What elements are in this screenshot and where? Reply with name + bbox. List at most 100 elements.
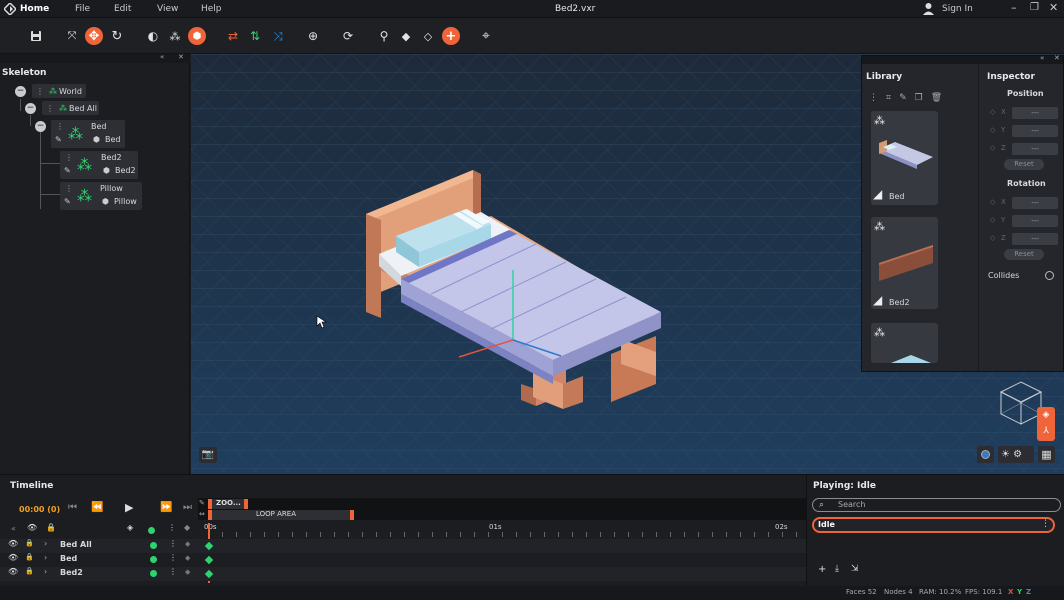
- edit-icon[interactable]: ✎: [64, 166, 71, 175]
- tree-node-bed2[interactable]: ⋮ ✎ ⁂ Bed2 ⬢ Bed2: [60, 151, 138, 179]
- track-keyframe-icon[interactable]: ◆: [185, 568, 190, 576]
- keyframe-nav-icon[interactable]: ◈: [127, 523, 133, 532]
- expand-track-icon[interactable]: ›: [44, 567, 47, 576]
- visibility-icon[interactable]: 👁: [8, 567, 18, 576]
- collapse-panel-icon[interactable]: «: [1040, 54, 1044, 62]
- loop-range[interactable]: LOOP AREA: [208, 510, 354, 520]
- skip-start-icon[interactable]: ⏮: [68, 502, 77, 513]
- crosshair-icon[interactable]: ⌖: [476, 26, 496, 46]
- camera-snapshot-icon[interactable]: 📷: [199, 447, 217, 463]
- track-row[interactable]: 👁 🔒 › Bed All ⋮ ◆: [0, 539, 806, 553]
- copy-icon[interactable]: ❐: [915, 93, 931, 103]
- track-menu-icon[interactable]: ⋮: [169, 567, 177, 576]
- library-item-bed[interactable]: ⁂ ◢ Bed: [871, 111, 938, 205]
- track-active-dot[interactable]: [150, 542, 157, 549]
- lock-icon[interactable]: 🔒: [25, 539, 34, 547]
- track-keyframe-icon[interactable]: ◆: [185, 540, 190, 548]
- position-x-field[interactable]: ---: [1012, 107, 1058, 119]
- swap-vertical-icon[interactable]: ⇅: [245, 26, 265, 46]
- lock-icon[interactable]: 🔒: [25, 553, 34, 561]
- node-menu-icon[interactable]: ⋮: [65, 184, 73, 193]
- swap-diagonal-icon[interactable]: ⤨: [268, 26, 288, 46]
- trash-icon[interactable]: 🗑: [931, 93, 950, 103]
- refresh-icon[interactable]: ⟳: [338, 26, 358, 46]
- axis-z-toggle[interactable]: Z: [1026, 588, 1031, 596]
- edit-icon[interactable]: ✎: [55, 135, 62, 144]
- animation-search-field[interactable]: ⌕ Search: [812, 498, 1061, 512]
- expand-track-icon[interactable]: ›: [44, 553, 47, 562]
- play-icon[interactable]: ▶: [125, 501, 133, 514]
- axis-x-toggle[interactable]: X: [1008, 588, 1013, 596]
- close-window-button[interactable]: ✕: [1049, 1, 1058, 14]
- track-row[interactable]: 👁 🔒 › Bed2 ⋮ ◆: [0, 567, 806, 581]
- step-back-icon[interactable]: ⏪: [91, 502, 103, 513]
- add-animation-icon[interactable]: +: [818, 564, 826, 575]
- tree-node-bed[interactable]: ⋮ ✎ ⁂ Bed ⬢ Bed: [51, 120, 125, 148]
- tree-node-world[interactable]: ⋮ ⁂ World: [32, 84, 86, 98]
- swap-horizontal-icon[interactable]: ⇄: [223, 26, 243, 46]
- shading-mode-icon[interactable]: [977, 446, 994, 463]
- scale-tool-icon[interactable]: ⤧: [62, 26, 82, 46]
- collapse-tracks-icon[interactable]: «: [11, 524, 16, 533]
- node-menu-icon[interactable]: ⋮: [56, 122, 64, 131]
- rotate-tool-icon[interactable]: ↻: [107, 26, 127, 46]
- track-active-dot[interactable]: [150, 556, 157, 563]
- menu-view[interactable]: View: [157, 4, 178, 14]
- menu-file[interactable]: File: [75, 4, 90, 14]
- grid-toggle-icon[interactable]: ▦: [1038, 446, 1055, 463]
- track-menu-icon[interactable]: ⋮: [169, 553, 177, 562]
- zoom-end-handle[interactable]: [244, 499, 248, 509]
- step-forward-icon[interactable]: ⏩: [160, 502, 172, 513]
- position-y-field[interactable]: ---: [1012, 125, 1058, 137]
- zoom-start-handle[interactable]: [208, 499, 212, 509]
- rotation-z-field[interactable]: ---: [1012, 233, 1058, 245]
- add-icon[interactable]: +: [442, 27, 460, 45]
- reset-position-button[interactable]: Reset: [1004, 159, 1044, 170]
- visibility-icon[interactable]: 👁: [8, 539, 18, 548]
- keyframe[interactable]: [204, 555, 214, 565]
- hierarchy-icon[interactable]: ⁂: [165, 26, 185, 46]
- orbit-mode-icon[interactable]: ◈ ⅄: [1037, 407, 1055, 441]
- close-panel-icon[interactable]: ✕: [178, 53, 184, 61]
- node-menu-icon[interactable]: ⋮: [65, 153, 73, 162]
- rotation-y-field[interactable]: ---: [1012, 215, 1058, 227]
- expand-track-icon[interactable]: ›: [44, 539, 47, 548]
- add-keyframe-icon[interactable]: ◆: [184, 523, 190, 532]
- menu-help[interactable]: Help: [201, 4, 222, 14]
- zoom-edit-icon[interactable]: ✎: [199, 499, 205, 507]
- crop-icon[interactable]: ⌗: [886, 93, 899, 103]
- tree-node-bed-all[interactable]: ⋮ ⁂ Bed All: [42, 101, 99, 115]
- header-menu-icon[interactable]: ⋮: [168, 523, 176, 532]
- loop-icon[interactable]: ⇔: [199, 510, 205, 518]
- minimize-button[interactable]: –: [1011, 1, 1017, 14]
- visibility-icon[interactable]: 👁: [8, 553, 18, 562]
- solid-cube-icon[interactable]: ◆: [396, 26, 416, 46]
- skip-end-icon[interactable]: ⏭: [183, 502, 192, 513]
- track-active-dot[interactable]: [150, 570, 157, 577]
- edit-icon[interactable]: ✎: [899, 93, 915, 103]
- zoom-range[interactable]: ZOO...: [208, 499, 248, 509]
- animation-item-idle[interactable]: Idle ⋮: [812, 517, 1055, 533]
- close-panel-icon[interactable]: ✕: [1054, 54, 1060, 62]
- track-keyframe-icon[interactable]: ◆: [185, 554, 190, 562]
- edit-icon[interactable]: ✎: [64, 197, 71, 206]
- wire-cube-icon[interactable]: ◇: [418, 26, 438, 46]
- lighting-settings-icon[interactable]: ☀ ⚙: [998, 446, 1034, 463]
- axis-y-toggle[interactable]: Y: [1017, 588, 1022, 596]
- add-item-icon[interactable]: ◢: [873, 293, 882, 307]
- keyframe[interactable]: [204, 569, 214, 579]
- collides-toggle[interactable]: [1045, 271, 1054, 280]
- collapse-bed-all-button[interactable]: −: [25, 103, 36, 114]
- track-menu-icon[interactable]: ⋮: [169, 539, 177, 548]
- import-animation-icon[interactable]: ⤓: [835, 564, 839, 574]
- library-item-pillow[interactable]: ⁂: [871, 323, 938, 363]
- position-z-field[interactable]: ---: [1012, 143, 1058, 155]
- save-icon[interactable]: [26, 26, 46, 46]
- maximize-button[interactable]: ❐: [1030, 2, 1039, 13]
- library-menu-icon[interactable]: ⋮: [869, 93, 886, 103]
- cube-select-icon[interactable]: ⬢: [188, 27, 206, 45]
- lock-icon[interactable]: 🔒: [25, 567, 34, 575]
- animation-menu-icon[interactable]: ⋮: [1041, 519, 1050, 529]
- export-animation-icon[interactable]: ⇲: [851, 564, 859, 574]
- add-item-icon[interactable]: ◢: [873, 187, 882, 201]
